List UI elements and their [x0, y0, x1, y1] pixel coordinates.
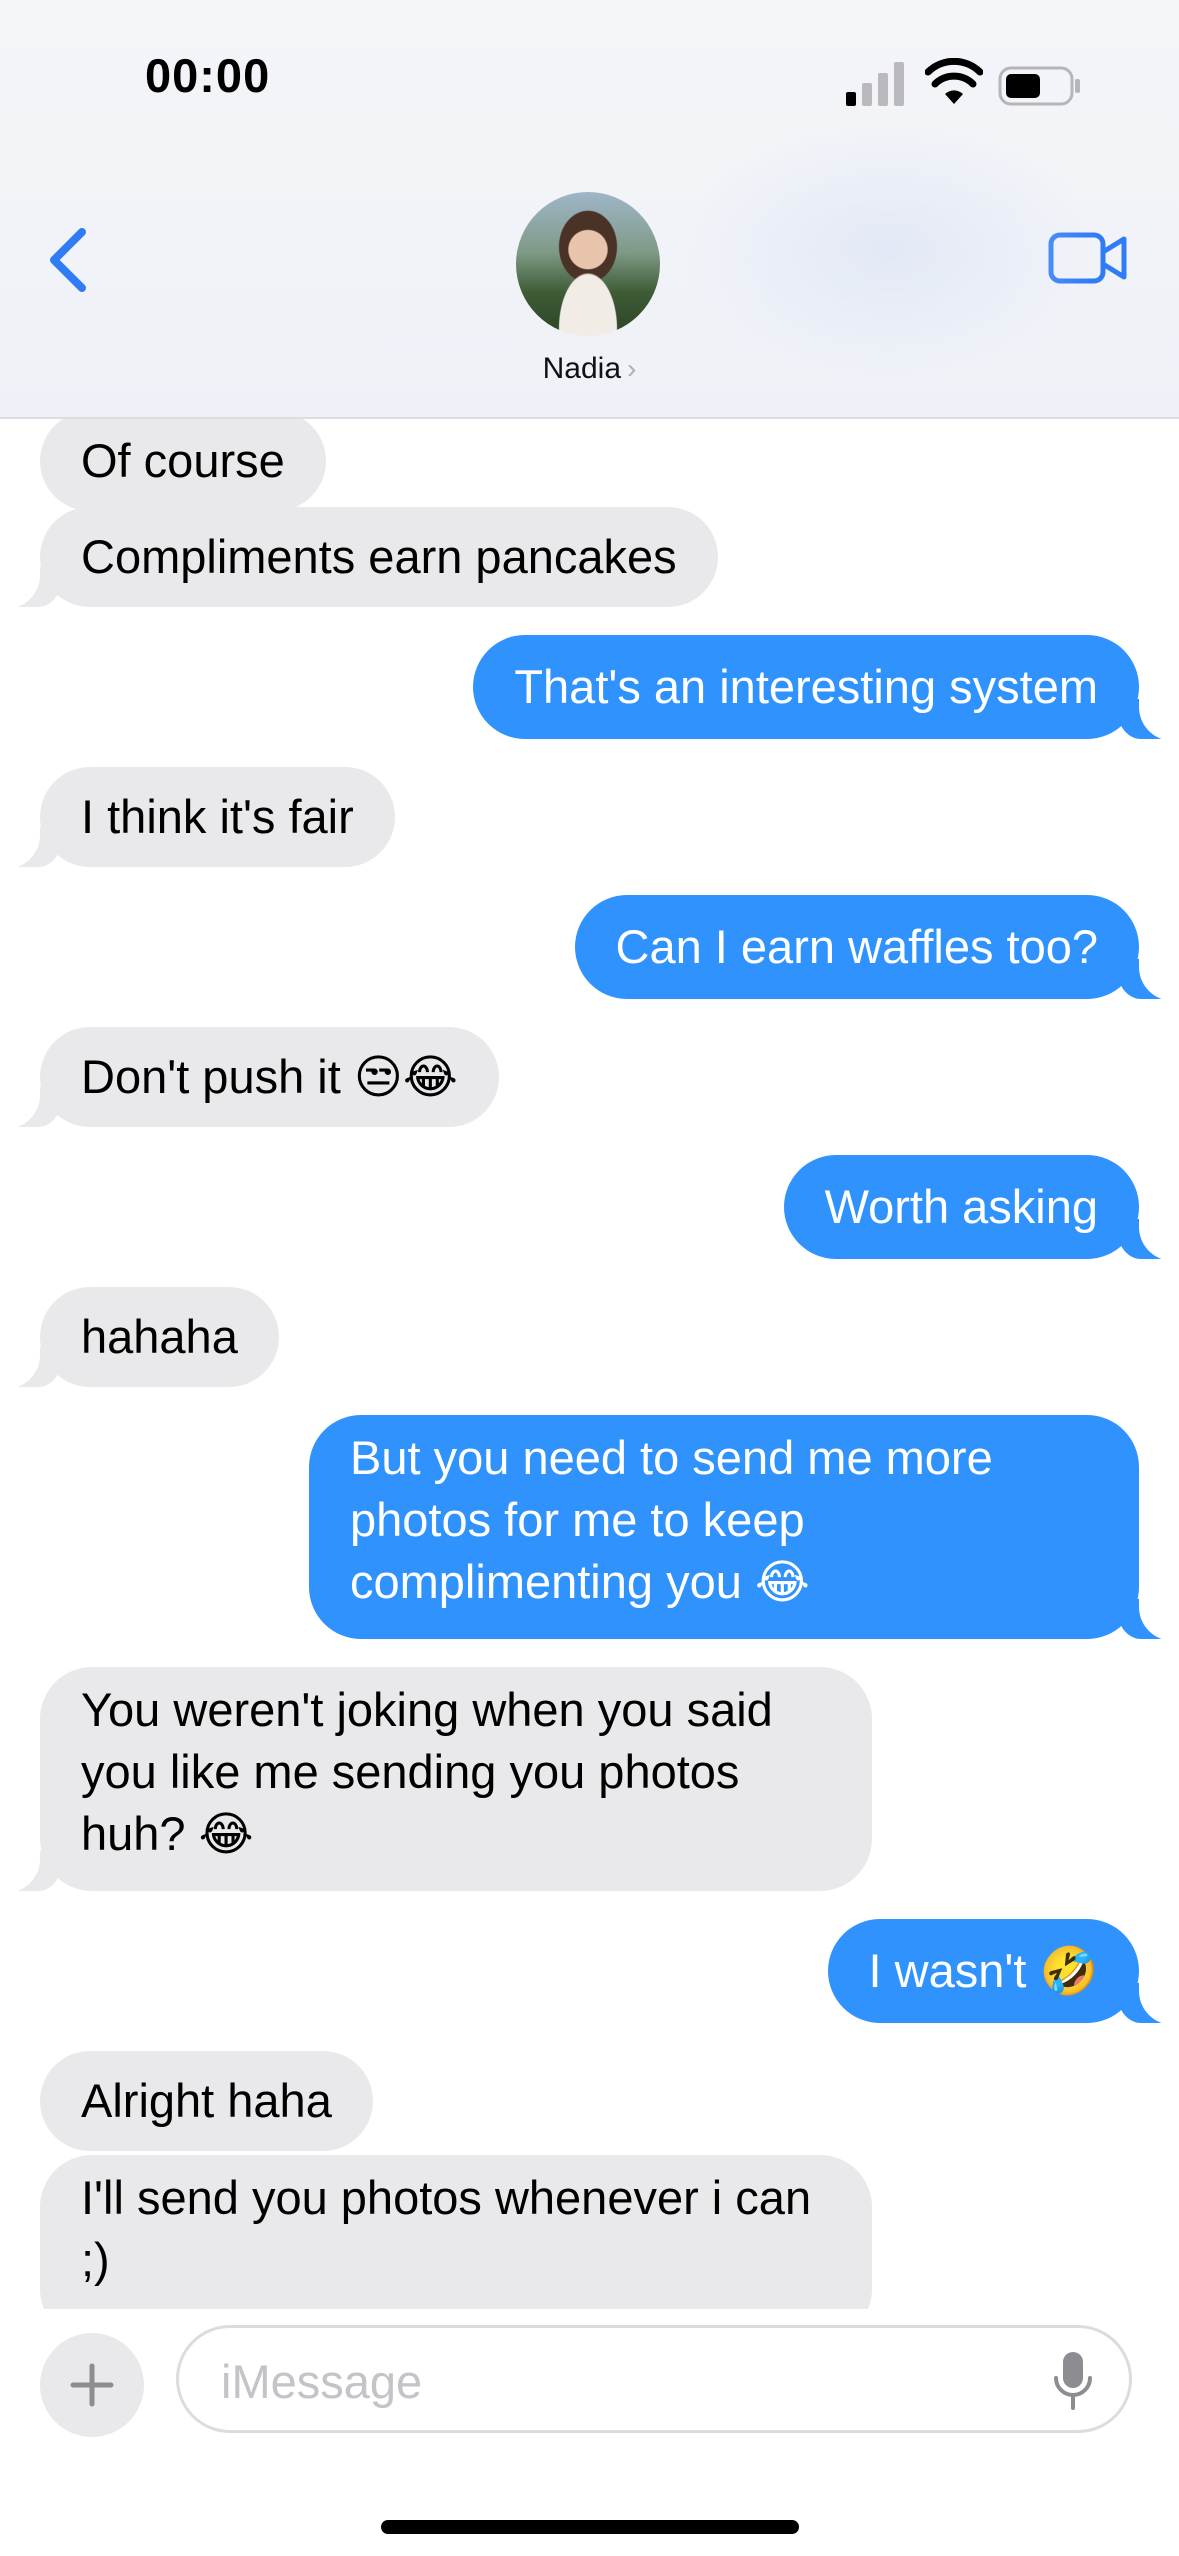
video-camera-icon[interactable] — [1048, 230, 1128, 286]
message-bubble-sent[interactable]: But you need to send me more photos for … — [309, 1415, 1179, 1641]
message-bubble-received[interactable]: Of course — [40, 419, 326, 511]
message-bubble-received[interactable]: I think it's fair — [0, 767, 395, 869]
message-bubble-received[interactable]: Alright haha — [40, 2051, 373, 2151]
imessage-field[interactable] — [176, 2325, 1132, 2433]
message-composer — [0, 2309, 1179, 2556]
avatar[interactable] — [516, 192, 660, 336]
plus-icon — [70, 2363, 114, 2407]
message-input[interactable] — [219, 2348, 1003, 2414]
contact-name: Nadia — [542, 352, 622, 385]
message-bubble-received[interactable]: You weren't joking when you said you lik… — [0, 1667, 872, 1893]
contact-name-button[interactable]: Nadia › — [0, 352, 1179, 386]
message-bubble-sent[interactable]: Worth asking — [783, 1155, 1179, 1261]
home-indicator[interactable] — [381, 2520, 799, 2534]
wifi-icon — [925, 58, 983, 104]
message-bubble-sent[interactable]: I wasn't 🤣 — [827, 1919, 1179, 2025]
message-thread[interactable]: Of course Compliments earn pancakes That… — [0, 419, 1179, 2309]
microphone-icon[interactable] — [1053, 2350, 1093, 2412]
signal-icon — [846, 62, 904, 106]
message-bubble-sent[interactable]: Can I earn waffles too? — [574, 895, 1179, 1001]
message-bubble-received[interactable]: Don't push it 😒😂 — [0, 1027, 499, 1129]
message-bubble-sent[interactable]: That's an interesting system — [473, 635, 1179, 741]
message-bubble-received[interactable]: hahaha — [0, 1287, 279, 1389]
conversation-header: 00:00 Nadia › — [0, 0, 1179, 419]
back-chevron-icon[interactable] — [40, 220, 100, 300]
battery-icon — [998, 66, 1080, 106]
chevron-right-icon: › — [627, 353, 637, 384]
message-bubble-received[interactable]: I'll send you photos whenever i can ;) — [40, 2155, 872, 2309]
apps-plus-button[interactable] — [40, 2333, 144, 2437]
message-bubble-received[interactable]: Compliments earn pancakes — [0, 507, 718, 609]
status-time: 00:00 — [145, 49, 271, 102]
